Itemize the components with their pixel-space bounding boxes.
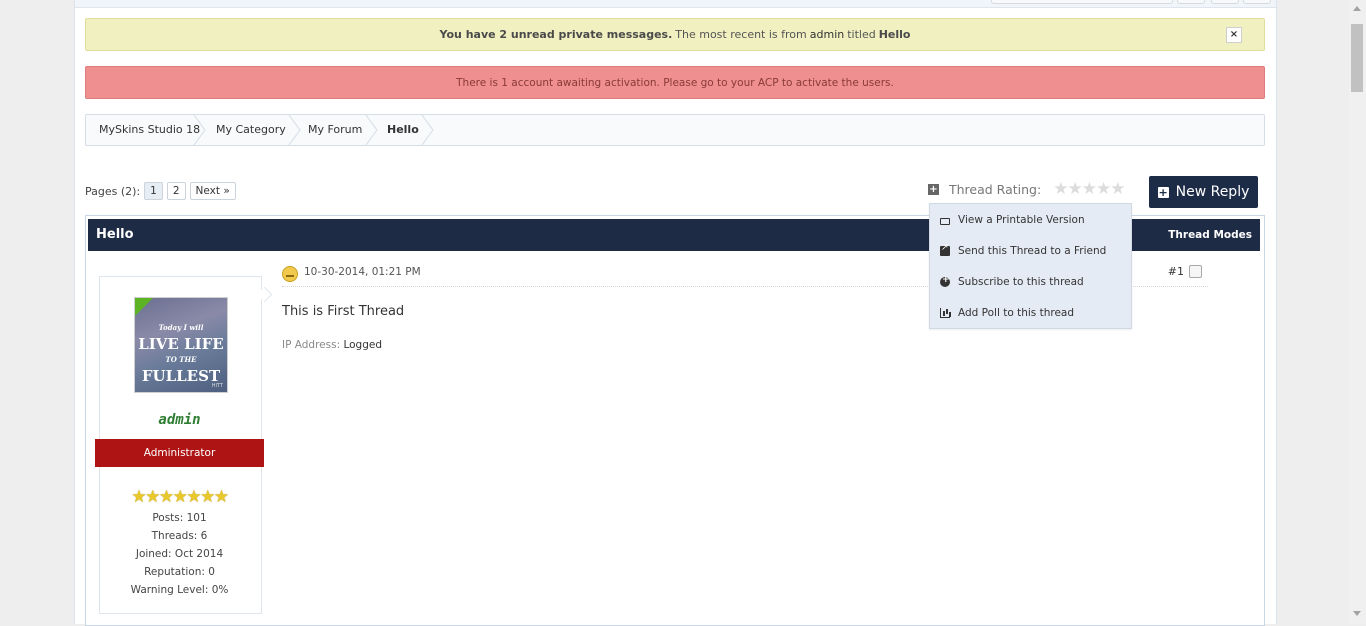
breadcrumb-item-thread: Hello — [387, 123, 419, 136]
activation-notice: There is 1 account awaiting activation. … — [85, 66, 1265, 99]
rating-star-icon[interactable]: ★ — [1067, 179, 1082, 199]
menu-item-add-poll[interactable]: Add Poll to this thread — [940, 303, 1074, 323]
star-icon: ★ — [213, 487, 229, 507]
new-reply-label: New Reply — [1175, 184, 1250, 200]
pm-notice-sender[interactable]: admin — [810, 28, 844, 41]
menu-item-send-friend[interactable]: Send this Thread to a Friend — [940, 241, 1106, 261]
author-star-icons: ★★★★★★★ — [99, 487, 260, 507]
star-icon: ★ — [200, 487, 215, 507]
post-body: This is First Thread — [282, 304, 405, 319]
author-usertitle: Administrator — [95, 439, 264, 467]
author-threads: Threads: 6 — [151, 530, 208, 542]
rating-stars[interactable]: ★★★★★ — [1053, 179, 1125, 199]
pagination: Pages (2): 1 2 Next » — [85, 181, 236, 201]
subscribe-icon — [940, 275, 950, 287]
author-reputation[interactable]: Reputation: 0 — [99, 566, 260, 578]
plus-icon: + — [1157, 185, 1169, 199]
scrollbar-thumb[interactable] — [1351, 24, 1363, 92]
header-strip — [75, 0, 1276, 8]
breadcrumb-item-category[interactable]: My Category — [216, 115, 286, 145]
thread-rating-label: Thread Rating: — [949, 181, 1042, 197]
breadcrumb-item-forum[interactable]: My Forum — [308, 115, 362, 145]
rating-star-icon[interactable]: ★ — [1053, 179, 1068, 199]
printer-icon — [940, 217, 950, 225]
rating-star-icon[interactable]: ★ — [1082, 179, 1097, 199]
thread-rating: + Thread Rating: ★★★★★ — [928, 179, 1125, 199]
thread-title: Hello — [96, 227, 134, 242]
breadcrumb-separator — [193, 115, 207, 145]
activation-notice-text[interactable]: There is 1 account awaiting activation. … — [456, 77, 894, 89]
breadcrumb: MySkins Studio 18 My Category My Forum H… — [85, 114, 1265, 146]
star-icon: ★ — [145, 487, 160, 507]
pm-notice-subject[interactable]: Hello — [879, 28, 911, 41]
pm-notice-middle: The most recent is from — [675, 28, 807, 41]
search-input[interactable] — [991, 0, 1173, 4]
page-2-button[interactable]: 2 — [166, 182, 186, 200]
new-reply-button[interactable]: + New Reply — [1149, 176, 1258, 208]
thread-modes-button[interactable]: Thread Modes — [1168, 219, 1252, 251]
page-scrollbar[interactable] — [1349, 0, 1366, 624]
author-username[interactable]: admin — [99, 412, 260, 428]
avatar-artwork: Today I will LIVE LIFE TO THE FULLEST — [138, 323, 224, 385]
post-ip: IP Address: Logged — [282, 339, 382, 351]
post-date: 10-30-2014, 01:21 PM — [304, 266, 421, 278]
post-icon — [282, 266, 298, 282]
breadcrumb-item-home[interactable]: MySkins Studio 18 — [99, 115, 200, 145]
scroll-down-icon[interactable] — [1353, 611, 1361, 616]
post-number: #1 — [1168, 265, 1202, 278]
avatar[interactable]: Today I will LIVE LIFE TO THE FULLEST HI… — [134, 297, 228, 393]
author-joined: Joined: Oct 2014 — [135, 548, 224, 560]
pm-notice-prefix[interactable]: You have 2 unread private messages. — [440, 28, 673, 41]
thread-tools-menu: View a Printable Version Send this Threa… — [929, 203, 1132, 329]
ip-value: Logged — [343, 339, 383, 351]
poll-icon — [940, 308, 950, 318]
breadcrumb-separator — [365, 115, 379, 145]
menu-item-subscribe[interactable]: Subscribe to this thread — [940, 272, 1084, 292]
rating-star-icon[interactable]: ★ — [1096, 179, 1111, 199]
breadcrumb-separator — [421, 115, 435, 145]
next-page-button[interactable]: Next » — [189, 182, 236, 200]
search-button[interactable] — [1177, 0, 1205, 4]
header-button[interactable] — [1243, 0, 1271, 4]
post-number-link[interactable]: #1 — [1168, 265, 1184, 278]
menu-item-printable[interactable]: View a Printable Version — [940, 210, 1085, 230]
scroll-up-icon[interactable] — [1353, 6, 1361, 11]
ip-label: IP Address: — [282, 339, 341, 351]
author-posts: Posts: 101 — [152, 512, 207, 524]
page-1-button[interactable]: 1 — [144, 182, 163, 200]
header-button[interactable] — [1211, 0, 1239, 4]
pagination-label: Pages (2): — [85, 184, 141, 198]
star-icon: ★ — [172, 487, 188, 507]
star-icon: ★ — [158, 487, 174, 507]
expand-tools-icon[interactable]: + — [928, 183, 939, 195]
star-icon: ★ — [131, 487, 146, 507]
send-icon — [940, 243, 950, 256]
pm-notice-titled: titled — [847, 28, 876, 41]
pm-notice: You have 2 unread private messages. The … — [85, 18, 1265, 51]
rating-star-icon[interactable]: ★ — [1110, 179, 1125, 199]
online-indicator — [135, 298, 153, 316]
star-icon: ★ — [186, 487, 201, 507]
breadcrumb-separator — [288, 115, 302, 145]
close-icon[interactable]: × — [1226, 27, 1242, 43]
author-warning-level[interactable]: Warning Level: 0% — [99, 584, 260, 596]
post-select-checkbox[interactable] — [1189, 265, 1202, 278]
